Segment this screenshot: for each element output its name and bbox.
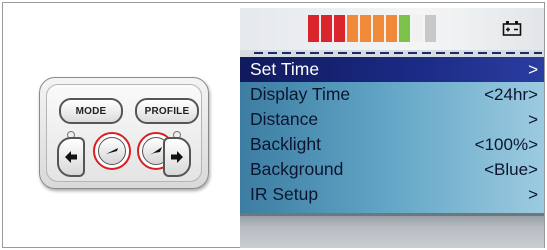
menu-item-label: Display Time xyxy=(250,84,351,104)
profile-button[interactable]: PROFILE xyxy=(135,98,199,124)
gauge-segment xyxy=(399,15,410,42)
battery-plus-minus-icon xyxy=(502,21,522,36)
menu-item-value: <Blue> xyxy=(484,159,538,179)
right-arrow-button[interactable] xyxy=(163,137,191,177)
menu-item-ir-setup[interactable]: IR Setup > xyxy=(240,182,544,207)
menu-item-value: > xyxy=(528,184,538,204)
menu-item-value: > xyxy=(528,109,538,129)
settings-menu: Set Time > Display Time <24hr> Distance > Back… xyxy=(240,57,544,213)
menu-item-label: Background xyxy=(250,159,344,179)
gauge-segment xyxy=(308,15,319,42)
menu-item-label: Distance xyxy=(250,109,319,129)
gauge-segment xyxy=(425,15,436,42)
menu-item-background[interactable]: Background <Blue> xyxy=(240,157,544,182)
figure-frame: MODE PROFILE Set Time > Display Time <24… xyxy=(2,2,545,248)
menu-item-display-time[interactable]: Display Time <24hr> xyxy=(240,82,544,107)
bottom-divider xyxy=(240,213,544,216)
menu-item-distance[interactable]: Distance > xyxy=(240,107,544,132)
menu-item-label: Backlight xyxy=(250,134,322,154)
speed-down-button[interactable] xyxy=(93,132,131,170)
speed-down-button-face xyxy=(98,137,126,165)
lcd-display: Set Time > Display Time <24hr> Distance > Back… xyxy=(240,8,544,248)
mode-button[interactable]: MODE xyxy=(59,98,123,124)
arrow-right-icon xyxy=(171,151,183,163)
battery-gauge xyxy=(308,15,436,42)
status-bar xyxy=(240,8,544,50)
gauge-segment xyxy=(321,15,332,42)
speed-up-icon xyxy=(150,147,162,155)
gauge-segment xyxy=(334,15,345,42)
left-arrow-button[interactable] xyxy=(57,137,85,177)
gauge-segment xyxy=(373,15,384,42)
gauge-segment xyxy=(386,15,397,42)
keypad-face: MODE PROFILE xyxy=(46,84,202,182)
separator-dashes xyxy=(254,52,542,54)
menu-item-label: IR Setup xyxy=(250,184,319,204)
gauge-segment xyxy=(412,15,423,42)
menu-item-value: <100%> xyxy=(474,134,538,154)
menu-item-set-time[interactable]: Set Time > xyxy=(240,57,544,82)
menu-item-value: > xyxy=(528,59,538,79)
arrow-left-icon xyxy=(65,151,77,163)
speed-down-icon xyxy=(106,148,118,154)
menu-item-label: Set Time xyxy=(250,59,320,79)
menu-item-value: <24hr> xyxy=(484,84,538,104)
menu-item-backlight[interactable]: Backlight <100%> xyxy=(240,132,544,157)
joystick-keypad: MODE PROFILE xyxy=(39,77,209,189)
gauge-segment xyxy=(360,15,371,42)
gauge-segment xyxy=(347,15,358,42)
bottom-bar xyxy=(240,213,544,248)
